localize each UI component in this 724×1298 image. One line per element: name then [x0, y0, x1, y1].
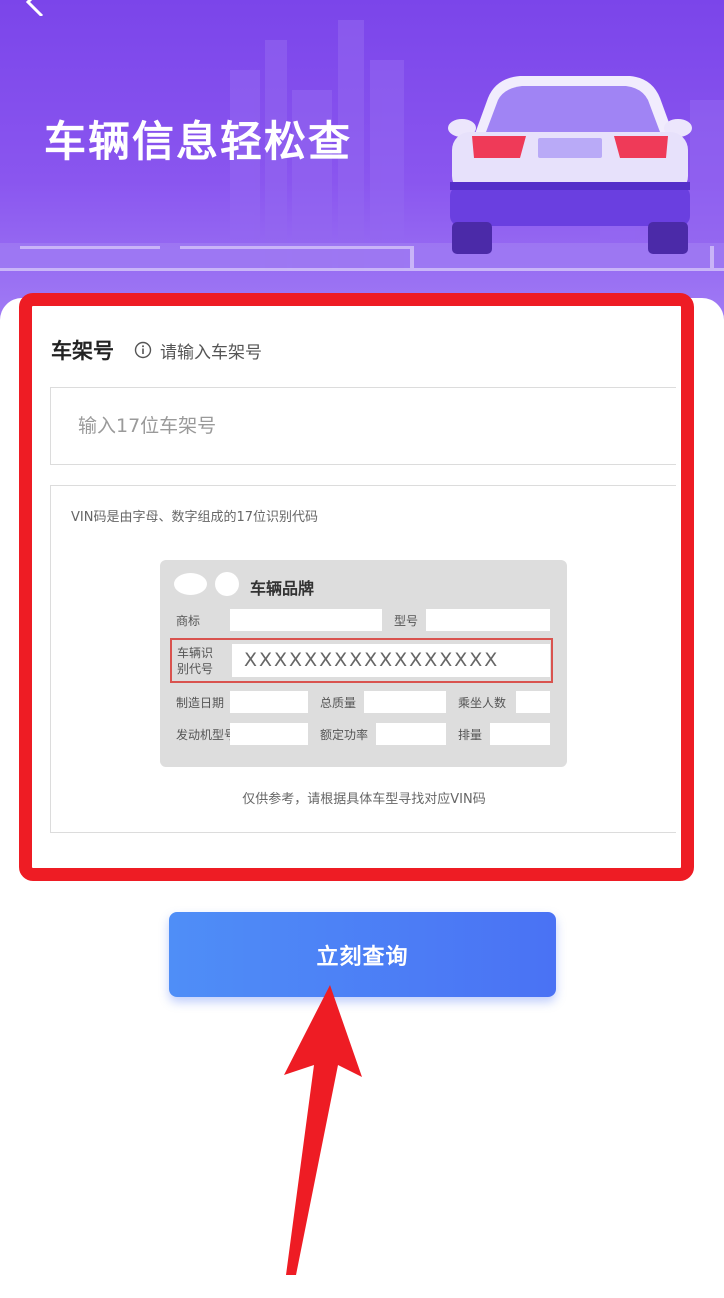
hero-title: 车辆信息轻松查 — [44, 117, 353, 166]
annotation-highlight-frame — [19, 293, 694, 881]
hero-banner: 车辆信息轻松查 — [0, 0, 724, 330]
annotation-arrow-icon — [284, 985, 362, 1275]
back-arrow-icon[interactable] — [18, 0, 58, 16]
car-illustration-icon — [448, 76, 692, 254]
